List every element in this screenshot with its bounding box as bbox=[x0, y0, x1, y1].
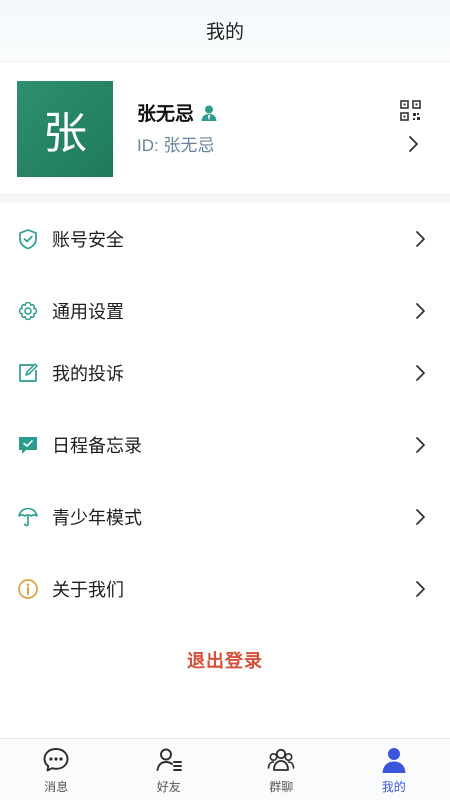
tab-friends[interactable]: 好友 bbox=[113, 739, 226, 800]
menu-item-teen-mode[interactable]: 青少年模式 bbox=[0, 481, 450, 553]
tab-label: 消息 bbox=[44, 780, 69, 794]
verified-user-icon bbox=[201, 105, 217, 121]
menu-item-label: 通用设置 bbox=[52, 302, 124, 322]
logout-button[interactable]: 退出登录 bbox=[0, 642, 450, 678]
tab-label: 群聊 bbox=[269, 780, 294, 794]
tab-group-chat[interactable]: 群聊 bbox=[225, 739, 338, 800]
chevron-right-icon bbox=[409, 136, 418, 152]
chevron-right-icon bbox=[416, 303, 425, 319]
umbrella-icon bbox=[18, 507, 38, 527]
tab-mine[interactable]: 我的 bbox=[338, 739, 450, 800]
edit-square-icon bbox=[19, 363, 38, 382]
group-icon bbox=[267, 748, 295, 771]
section-divider bbox=[0, 193, 450, 203]
menu-item-label: 我的投诉 bbox=[52, 364, 124, 384]
gear-icon bbox=[18, 301, 38, 321]
menu-item-label: 青少年模式 bbox=[52, 508, 142, 528]
info-circle-icon bbox=[18, 579, 38, 599]
chat-memo-icon bbox=[19, 437, 37, 454]
top-bar: 我的 bbox=[0, 0, 450, 62]
message-icon bbox=[43, 748, 69, 772]
menu-item-my-complaints[interactable]: 我的投诉 bbox=[0, 337, 450, 409]
chevron-right-icon bbox=[416, 365, 425, 381]
menu-item-schedule-memo[interactable]: 日程备忘录 bbox=[0, 409, 450, 481]
menu-item-about-us[interactable]: 关于我们 bbox=[0, 553, 450, 625]
profile-card[interactable]: 张 张无忌 ID: 张无忌 bbox=[0, 63, 450, 193]
avatar[interactable]: 张 bbox=[17, 81, 113, 177]
page-title: 我的 bbox=[205, 22, 244, 43]
profile-name: 张无忌 bbox=[137, 104, 195, 125]
bottom-tab-bar: 消息 好友 群聊 我的 bbox=[0, 738, 450, 800]
tab-messages[interactable]: 消息 bbox=[0, 739, 113, 800]
chevron-right-icon bbox=[416, 231, 425, 247]
chevron-right-icon bbox=[416, 437, 425, 453]
menu-item-label: 账号安全 bbox=[52, 230, 124, 250]
chevron-right-icon bbox=[416, 581, 425, 597]
profile-icon bbox=[382, 748, 406, 773]
shield-check-icon bbox=[19, 229, 37, 250]
tab-label: 好友 bbox=[156, 780, 181, 794]
profile-name-row: 张无忌 bbox=[137, 99, 218, 126]
qr-code-icon[interactable] bbox=[400, 100, 421, 121]
chevron-right-icon bbox=[416, 509, 425, 525]
menu-item-label: 关于我们 bbox=[52, 580, 124, 600]
profile-id: ID: 张无忌 bbox=[137, 136, 215, 155]
menu-item-label: 日程备忘录 bbox=[52, 436, 142, 456]
avatar-char: 张 bbox=[43, 109, 87, 158]
menu-item-account-security[interactable]: 账号安全 bbox=[0, 203, 450, 275]
contacts-icon bbox=[156, 748, 182, 771]
tab-label: 我的 bbox=[381, 780, 406, 794]
